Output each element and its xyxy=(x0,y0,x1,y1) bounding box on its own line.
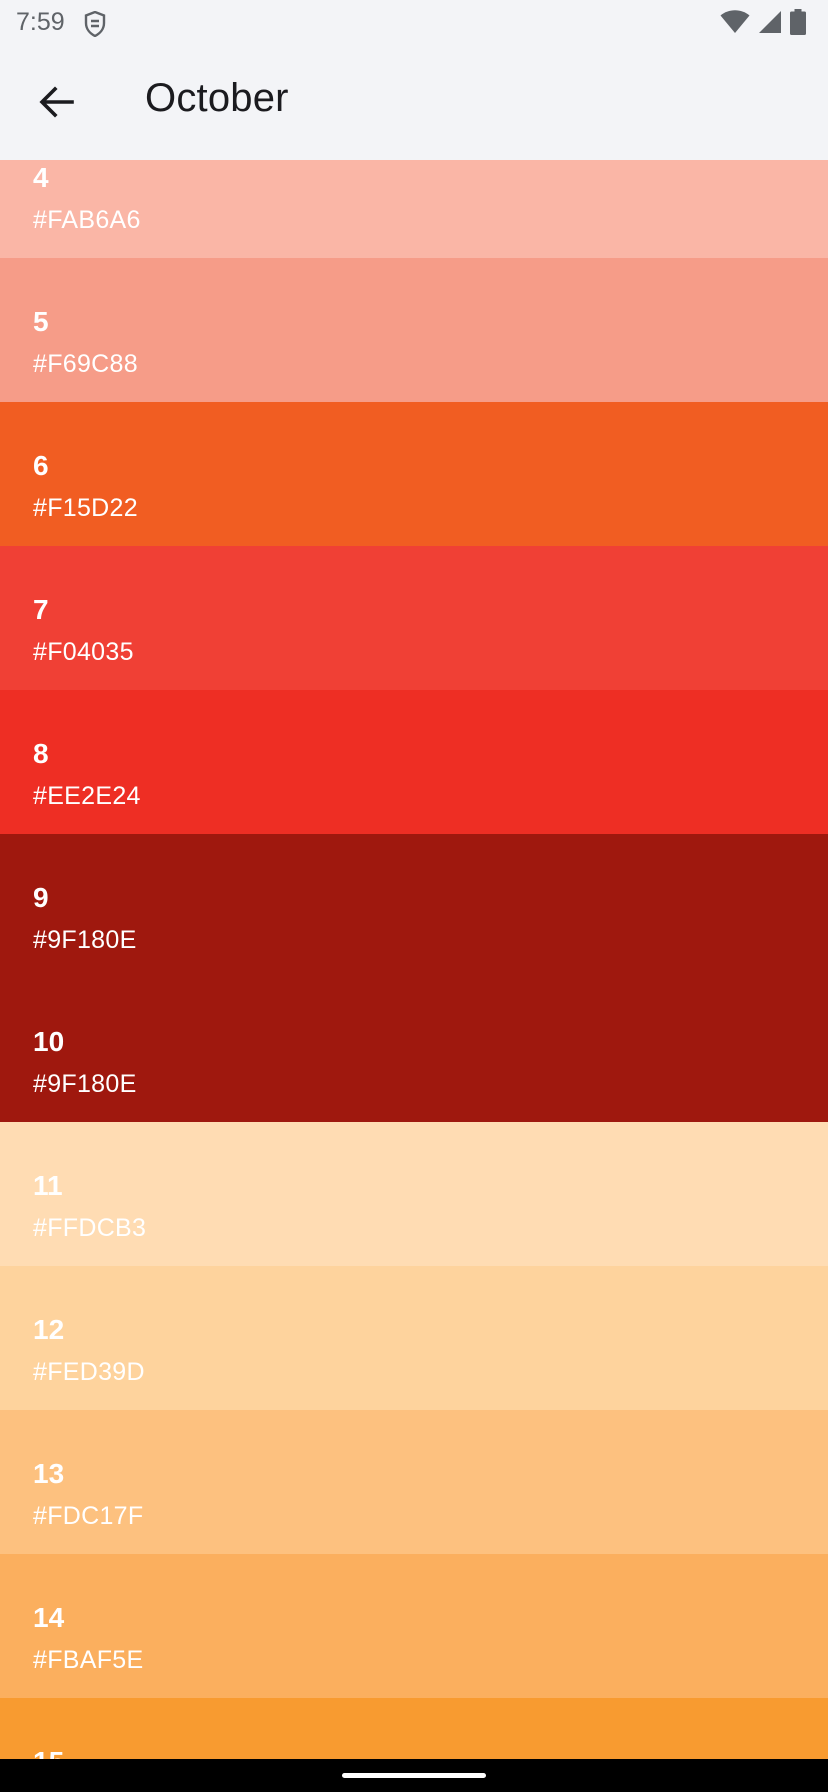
swatch-day-label: 9 xyxy=(33,882,49,913)
color-swatch-item[interactable]: 7 #F04035 xyxy=(0,546,828,690)
color-swatch-item[interactable]: 4 #FAB6A6 xyxy=(0,160,828,258)
home-gesture-handle[interactable] xyxy=(342,1773,486,1778)
swatch-day-label: 10 xyxy=(33,1026,65,1057)
color-swatch-item[interactable]: 6 #F15D22 xyxy=(0,402,828,546)
swatch-hex-label: #F69C88 xyxy=(33,350,138,378)
color-swatch-item[interactable]: 8 #EE2E24 xyxy=(0,690,828,834)
swatch-day-label: 13 xyxy=(33,1458,65,1489)
battery-icon xyxy=(790,8,806,40)
swatch-day-label: 7 xyxy=(33,594,49,625)
swatch-hex-label: #9F180E xyxy=(33,926,137,954)
swatch-hex-label: #F15D22 xyxy=(33,494,138,522)
color-swatch-item[interactable]: 13 #FDC17F xyxy=(0,1410,828,1554)
swatch-day-label: 12 xyxy=(33,1314,65,1345)
status-icons xyxy=(720,8,806,40)
color-swatch-item[interactable]: 14 #FBAF5E xyxy=(0,1554,828,1698)
page-title: October xyxy=(145,76,289,120)
screen: 7:59 October 4 #FAB6A6 5 #F69C88 6 #F15D… xyxy=(0,0,828,1792)
arrow-back-icon xyxy=(38,85,74,123)
color-swatch-item[interactable]: 10 #9F180E xyxy=(0,978,828,1122)
color-swatch-item[interactable]: 9 #9F180E xyxy=(0,834,828,978)
color-swatch-item[interactable]: 15 xyxy=(0,1698,828,1759)
swatch-hex-label: #FFDCB3 xyxy=(33,1214,147,1242)
color-swatch-item[interactable]: 12 #FED39D xyxy=(0,1266,828,1410)
color-swatch-item[interactable]: 5 #F69C88 xyxy=(0,258,828,402)
swatch-day-label: 4 xyxy=(33,162,49,193)
swatch-day-label: 5 xyxy=(33,306,49,337)
swatch-day-label: 6 xyxy=(33,450,49,481)
app-bar: October xyxy=(0,48,828,160)
swatch-day-label: 14 xyxy=(33,1602,65,1633)
cell-signal-icon xyxy=(758,10,782,39)
swatch-hex-label: #EE2E24 xyxy=(33,782,141,810)
wifi-icon xyxy=(720,9,750,39)
navigation-bar xyxy=(0,1759,828,1792)
swatch-hex-label: #FDC17F xyxy=(33,1502,144,1530)
swatch-hex-label: #FAB6A6 xyxy=(33,206,141,234)
status-bar: 7:59 xyxy=(0,0,828,48)
swatch-day-label: 11 xyxy=(33,1170,63,1201)
swatch-day-label: 15 xyxy=(33,1746,64,1759)
status-time: 7:59 xyxy=(16,8,65,36)
swatch-hex-label: #FBAF5E xyxy=(33,1646,144,1674)
color-list-items: 4 #FAB6A6 5 #F69C88 6 #F15D22 7 #F04035 8 #EE2E24… xyxy=(0,160,828,1759)
privacy-shield-icon xyxy=(84,10,106,38)
swatch-hex-label: #F04035 xyxy=(33,638,134,666)
swatch-hex-label: #FED39D xyxy=(33,1358,145,1386)
back-button[interactable] xyxy=(24,80,88,128)
swatch-hex-label: #9F180E xyxy=(33,1070,137,1098)
swatch-day-label: 8 xyxy=(33,738,49,769)
color-list[interactable]: 4 #FAB6A6 5 #F69C88 6 #F15D22 7 #F04035 8 #EE2E24… xyxy=(0,160,828,1759)
color-swatch-item[interactable]: 11 #FFDCB3 xyxy=(0,1122,828,1266)
